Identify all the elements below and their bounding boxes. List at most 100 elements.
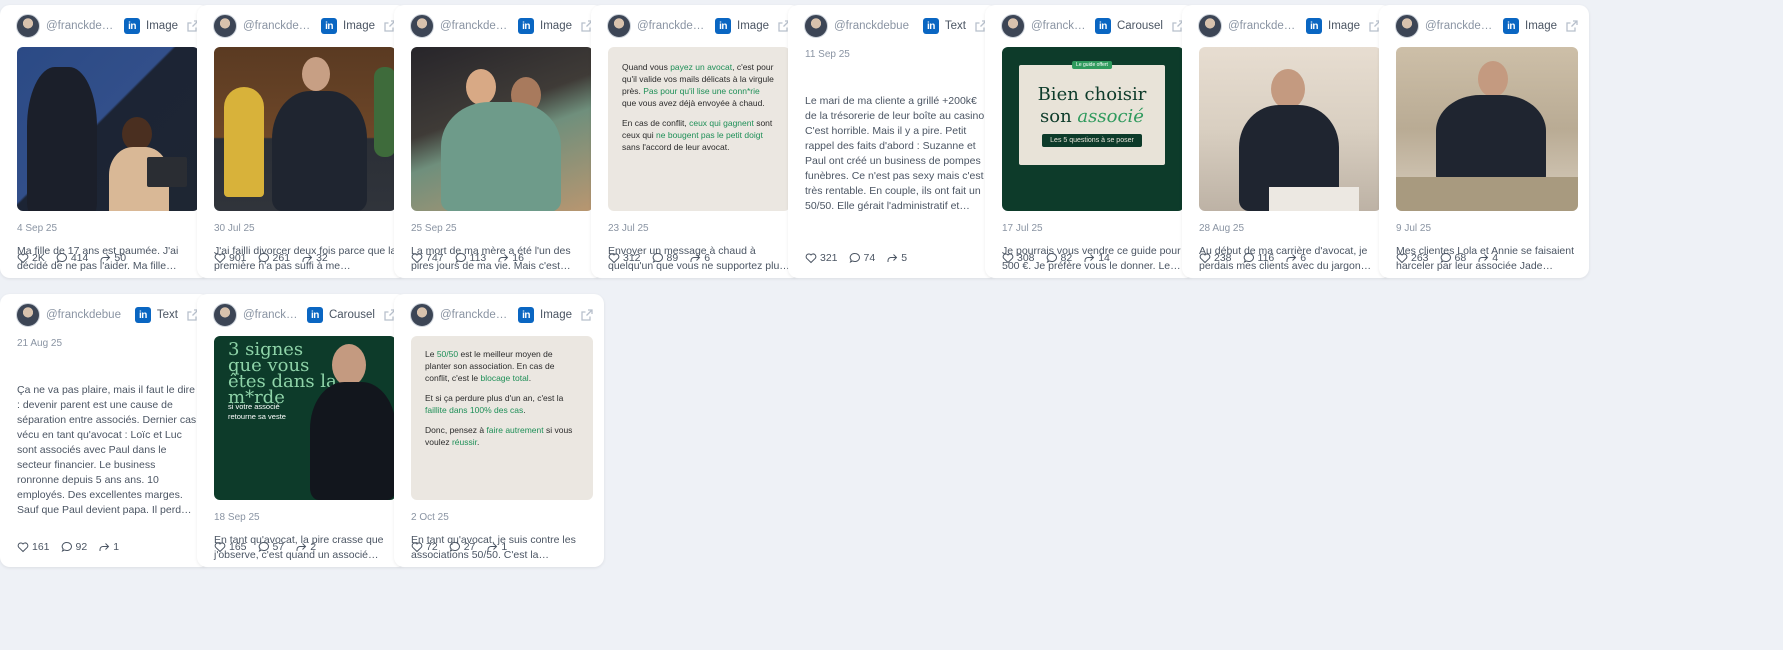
card-header: @franckdebue in Image: [0, 5, 210, 47]
comments-stat: 68: [1440, 252, 1466, 264]
avatar: [213, 14, 237, 38]
post-card[interactable]: @franckdebue in Image Quand vous payez u…: [591, 5, 801, 278]
author-handle[interactable]: @franckdebue: [834, 20, 917, 32]
comments-stat: 82: [1046, 252, 1072, 264]
author-handle[interactable]: @franckdebue: [46, 20, 118, 32]
shares-stat: 2: [295, 541, 316, 553]
linkedin-icon: in: [922, 18, 939, 34]
post-card[interactable]: @franckdebue in Image 9 Jul 25 Mes clien…: [1379, 5, 1589, 278]
likes-stat: 321: [805, 252, 838, 264]
author-handle[interactable]: @franckdebue: [637, 20, 709, 32]
post-card[interactable]: @franckdebue in Image 4 Sep 25 Ma fille …: [0, 5, 210, 278]
shares-stat: 16: [497, 252, 524, 264]
post-date: 23 Jul 25: [608, 223, 649, 234]
share-icon: [99, 543, 110, 551]
post-card[interactable]: @franckdebue in Carousel Le guide offert…: [985, 5, 1195, 278]
post-stats: 72 27 1: [411, 541, 507, 553]
avatar: [410, 303, 434, 327]
linkedin-icon: in: [518, 307, 535, 323]
heart-icon: [17, 542, 29, 553]
share-icon: [302, 254, 313, 262]
post-stats: 161 92 1: [17, 541, 119, 553]
post-stats: 263 68 4: [1396, 252, 1498, 264]
author-handle[interactable]: @franckdebue: [243, 20, 315, 32]
linkedin-icon: in: [321, 18, 338, 34]
share-icon: [1478, 254, 1489, 262]
linkedin-icon: in: [715, 18, 732, 34]
post-stats: 321 74 5: [805, 252, 907, 264]
share-icon: [887, 254, 898, 262]
card-header: @franckdebue in Image: [394, 294, 604, 336]
comment-icon: [1046, 253, 1057, 264]
linkedin-icon: in: [1306, 18, 1323, 34]
author-handle[interactable]: @franckdebue: [243, 309, 301, 321]
author-handle[interactable]: @franckdebue: [1031, 20, 1089, 32]
post-image[interactable]: [17, 47, 199, 211]
post-stats: 312 89 6: [608, 252, 710, 264]
post-card[interactable]: @franckdebue in Image Le 50/50 est le me…: [394, 294, 604, 567]
post-image[interactable]: [1199, 47, 1381, 211]
author-handle[interactable]: @franckdebue: [1425, 20, 1497, 32]
avatar: [213, 303, 237, 327]
shares-stat: 4: [1477, 252, 1498, 264]
post-type-label: Image: [343, 20, 375, 32]
shares-stat: 32: [301, 252, 328, 264]
post-image[interactable]: [1396, 47, 1578, 211]
author-handle[interactable]: @franckdebue: [440, 309, 512, 321]
shares-stat: 1: [98, 541, 119, 553]
heart-icon: [214, 253, 226, 264]
avatar: [410, 14, 434, 38]
post-excerpt: Ça ne va pas plaire, mais il faut le dir…: [17, 384, 197, 516]
post-type-label: Carousel: [1116, 20, 1163, 32]
comment-icon: [56, 253, 67, 264]
linkedin-icon: in: [306, 307, 323, 323]
share-icon: [100, 254, 111, 262]
linkedin-icon: in: [124, 18, 141, 34]
comment-icon: [1440, 253, 1451, 264]
comment-icon: [1243, 253, 1254, 264]
external-link-icon[interactable]: [1565, 19, 1579, 33]
post-card[interactable]: @franckdebue in Text 11 Sep 25 Le mari d…: [788, 5, 998, 278]
comments-stat: 261: [258, 252, 290, 264]
post-image[interactable]: Quand vous payez un avocat, c'est pour q…: [608, 47, 790, 211]
external-link-icon[interactable]: [580, 308, 594, 322]
comment-icon: [258, 253, 269, 264]
heart-icon: [1002, 253, 1014, 264]
linkedin-icon: in: [134, 307, 151, 323]
post-card[interactable]: @franckdebue in Carousel 3 signes que vo…: [197, 294, 407, 567]
post-date: 2 Oct 25: [411, 512, 449, 523]
post-card[interactable]: @franckdebue in Text 21 Aug 25 Ça ne va …: [0, 294, 210, 567]
author-handle[interactable]: @franckdebue: [46, 309, 129, 321]
author-handle[interactable]: @franckdebue: [440, 20, 512, 32]
post-image[interactable]: [411, 47, 593, 211]
share-icon: [296, 543, 307, 551]
share-icon: [1084, 254, 1095, 262]
post-card[interactable]: @franckdebue in Image 28 Aug 25 Au début…: [1182, 5, 1392, 278]
share-icon: [498, 254, 509, 262]
post-image[interactable]: 3 signes que vous êtes dans la m*rde si …: [214, 336, 396, 500]
guide-tag: Le guide offert: [1072, 61, 1112, 69]
post-image[interactable]: Le 50/50 est le meilleur moyen de plante…: [411, 336, 593, 500]
post-date: 11 Sep 25: [805, 49, 850, 60]
post-image[interactable]: Le guide offert Bien choisir son associé…: [1002, 47, 1184, 211]
avatar: [1395, 14, 1419, 38]
post-excerpt: Le mari de ma cliente a grillé +200k€ de…: [805, 95, 988, 212]
post-card[interactable]: @franckdebue in Image 25 Sep 25 La mort …: [394, 5, 604, 278]
card-header: @franckdebue in Text: [788, 5, 998, 47]
heart-icon: [17, 253, 29, 264]
comments-stat: 89: [652, 252, 678, 264]
comment-icon: [652, 253, 663, 264]
share-icon: [487, 543, 498, 551]
post-type-label: Image: [1328, 20, 1360, 32]
post-type-label: Image: [540, 20, 572, 32]
post-card[interactable]: @franckdebue in Image 30 Jul 25 J'ai fai…: [197, 5, 407, 278]
post-date: 21 Aug 25: [17, 338, 63, 349]
card-header: @franckdebue in Carousel: [197, 294, 407, 336]
share-icon: [690, 254, 701, 262]
comment-icon: [449, 542, 460, 553]
card-header: @franckdebue in Image: [1182, 5, 1392, 47]
likes-stat: 312: [608, 252, 641, 264]
author-handle[interactable]: @franckdebue: [1228, 20, 1300, 32]
post-image[interactable]: [214, 47, 396, 211]
shares-stat: 5: [886, 252, 907, 264]
